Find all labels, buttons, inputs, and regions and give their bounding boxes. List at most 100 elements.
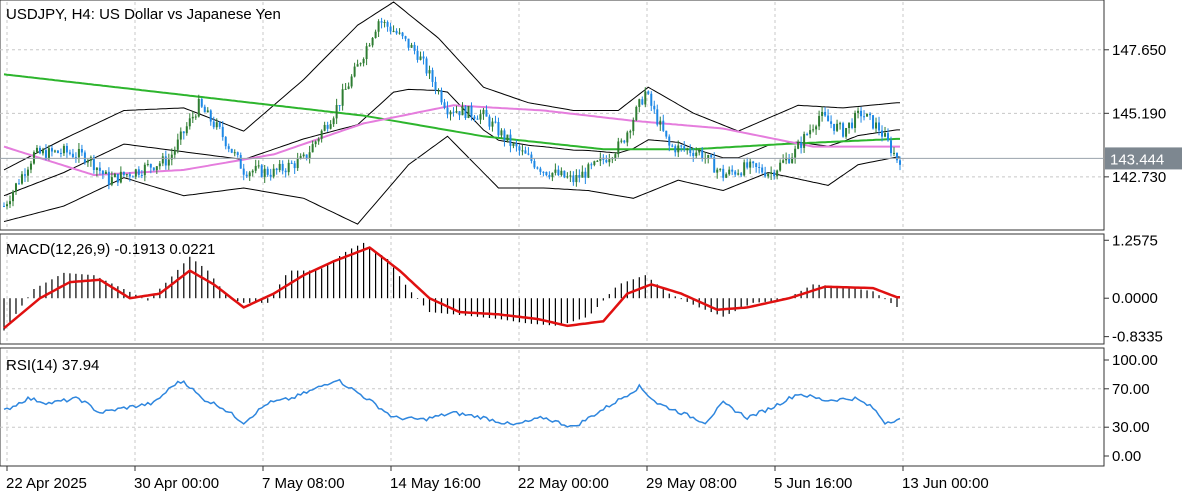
candle-bull: [335, 105, 338, 119]
candle-bear: [137, 169, 140, 175]
candle-bear: [260, 165, 263, 177]
candle-bull: [638, 99, 641, 107]
candle-bear: [92, 157, 95, 170]
candle-bear: [761, 167, 764, 173]
candle-bear: [401, 32, 404, 37]
candle-bull: [302, 154, 305, 157]
candle-bear: [485, 109, 488, 117]
candle-bull: [797, 142, 800, 149]
candle-bear: [740, 173, 743, 176]
candle-bull: [392, 30, 395, 32]
candle-bear: [503, 130, 506, 141]
candle-bull: [110, 177, 113, 185]
candle-bear: [668, 136, 671, 146]
candle-bear: [758, 166, 761, 168]
candle-bear: [56, 150, 59, 153]
candle-bull: [29, 163, 32, 170]
rsi-tick-label: 0.00: [1112, 448, 1141, 465]
candle-bear: [896, 152, 899, 161]
candle-bull: [566, 176, 569, 178]
candle-bull: [383, 21, 386, 23]
candle-bull: [62, 145, 65, 154]
candle-bull: [596, 160, 599, 162]
candle-bull: [506, 134, 509, 141]
candle-bull: [308, 152, 311, 159]
candle-bull: [695, 152, 698, 156]
candle-bear: [239, 155, 242, 169]
candle-bull: [449, 111, 452, 115]
candle-bear: [431, 70, 434, 82]
candle-bear: [386, 21, 389, 27]
candle-bull: [815, 126, 818, 130]
candle-bull: [8, 201, 11, 205]
candle-bear: [458, 111, 461, 116]
candle-bear: [446, 107, 449, 115]
candle-bear: [674, 146, 677, 153]
candle-bear: [827, 115, 830, 122]
candle-bear: [710, 154, 713, 158]
candle-bull: [377, 21, 380, 32]
candle-bear: [653, 105, 656, 110]
candle-bear: [650, 93, 653, 106]
candle-bull: [248, 172, 251, 177]
candle-bull: [197, 98, 200, 117]
candle-bear: [473, 116, 476, 119]
candle-bull: [113, 173, 116, 178]
candle-bear: [830, 121, 833, 124]
candle-bull: [632, 120, 635, 132]
candle-bear: [590, 164, 593, 166]
current-price-label: 143.444: [1110, 151, 1164, 168]
candle-bear: [605, 159, 608, 163]
candle-bull: [329, 124, 332, 129]
candle-bear: [101, 170, 104, 174]
candle-bear: [140, 174, 143, 176]
candle-bull: [161, 156, 164, 164]
candle-bear: [578, 175, 581, 178]
candle-bull: [794, 148, 797, 158]
trading-chart[interactable]: 147.650 145.190 142.730143.444 1.2575 0.0000…: [0, 0, 1200, 500]
candle-bear: [533, 160, 536, 168]
candle-bear: [434, 81, 437, 91]
price-tick-label: 147.650: [1112, 42, 1166, 59]
candle-bull: [287, 162, 290, 173]
candle-bull: [809, 130, 812, 135]
candle-bear: [338, 105, 341, 107]
candle-bull: [134, 169, 137, 177]
candle-bear: [245, 174, 248, 177]
candle-bull: [521, 150, 524, 152]
candle-bear: [230, 148, 233, 153]
candle-bear: [518, 146, 521, 151]
candle-bear: [98, 167, 101, 171]
candle-bull: [593, 161, 596, 165]
candle-bear: [476, 118, 479, 120]
candle-bull: [836, 123, 839, 131]
price-panel-frame: [0, 0, 1105, 231]
candle-bull: [608, 159, 611, 163]
macd-tick-label: 1.2575: [1112, 232, 1158, 249]
macd-tick-label: 0.0000: [1112, 290, 1158, 307]
candle-bear: [389, 26, 392, 32]
candle-bear: [851, 122, 854, 128]
candle-bear: [833, 123, 836, 131]
candle-bull: [362, 59, 365, 64]
candle-bull: [554, 169, 557, 173]
time-tick-label: 22 May 00:00: [518, 475, 609, 492]
candle-bull: [89, 157, 92, 161]
candle-bull: [257, 165, 260, 167]
candle-bear: [440, 90, 443, 103]
candle-bear: [452, 111, 455, 113]
candle-bull: [686, 148, 689, 150]
candle-bear: [899, 160, 901, 165]
candle-bear: [881, 130, 884, 137]
candle-bear: [509, 134, 512, 146]
candle-bull: [368, 45, 371, 47]
candle-bear: [800, 142, 803, 148]
candle-bull: [737, 173, 740, 175]
rsi-tick-label: 30.00: [1112, 419, 1150, 436]
candle-bear: [3, 206, 5, 208]
candle-bear: [464, 106, 467, 118]
candle-bear: [860, 110, 863, 117]
candle-bear: [773, 172, 776, 177]
candle-bull: [317, 138, 320, 142]
candle-bear: [236, 152, 239, 156]
